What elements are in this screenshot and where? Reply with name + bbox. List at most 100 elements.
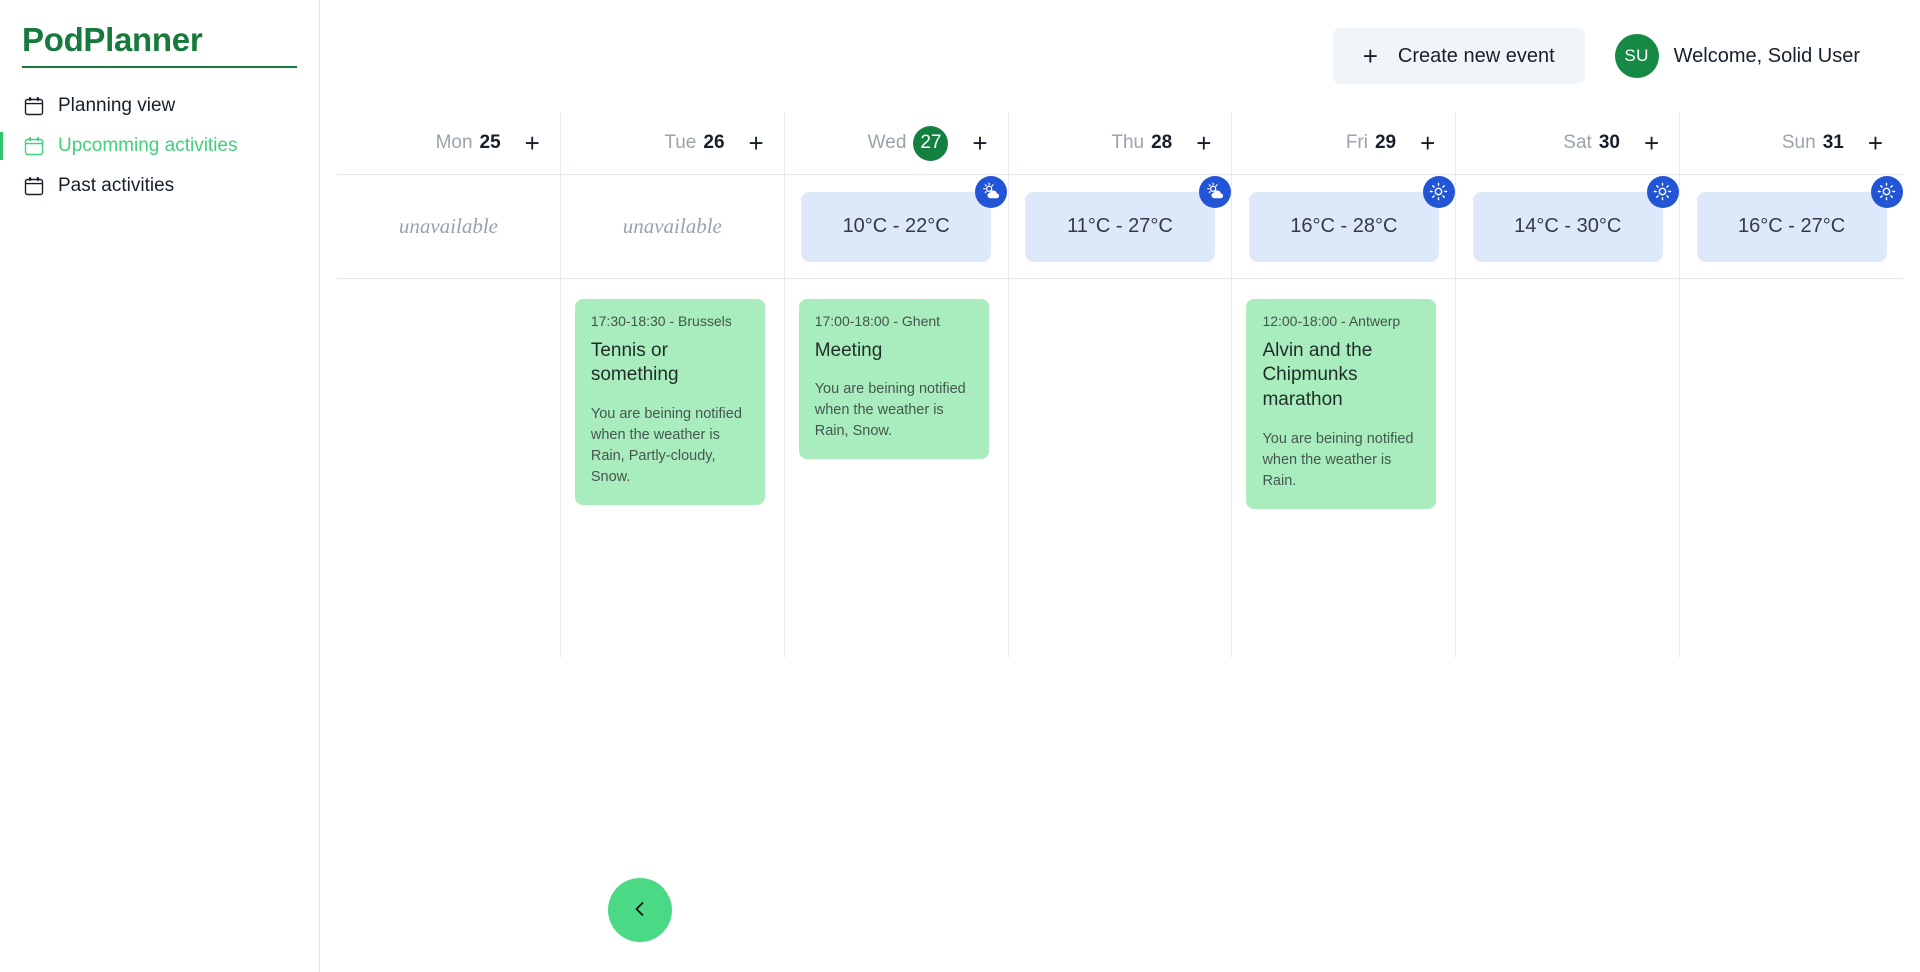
day-name: Sun	[1781, 132, 1816, 153]
event-card[interactable]: 17:30-18:30 - Brussels Tennis or somethin…	[574, 299, 765, 506]
weather-card: 11°C - 27°C	[1025, 175, 1231, 262]
day-name: Tue	[664, 132, 697, 153]
day-name: Sat	[1563, 132, 1592, 153]
event-title: Alvin and the Chipmunks marathon	[1262, 339, 1373, 410]
day-column-header: Fri 29 +	[1231, 112, 1455, 174]
day-number: 29	[1374, 132, 1397, 153]
sidebar-item-label: Past activities	[58, 175, 175, 197]
weather-temperature-range: 16°C - 28°C	[1290, 215, 1398, 237]
main-content: + Create new event SU Welcome, Solid Use…	[320, 0, 1920, 972]
day-label-group: Fri 29	[1346, 132, 1396, 154]
day-events-cell: 17:00-18:00 - Ghent Meeting You are beinin…	[783, 279, 1008, 657]
brand-name: PodPlanner	[22, 21, 203, 58]
welcome-text: Welcome, Solid User	[1673, 44, 1860, 67]
day-number: 28	[1151, 132, 1173, 153]
event-card[interactable]: 12:00-18:00 - Antwerp Alvin and the Chipm…	[1246, 299, 1437, 509]
brand-logo: PodPlanner	[22, 21, 297, 69]
sun-icon	[1870, 175, 1903, 208]
day-column-header: Tue 26 +	[559, 112, 784, 174]
day-number: 30	[1598, 132, 1620, 153]
event-description: You are beining notified when the weathe…	[1262, 430, 1414, 489]
day-weather-cell: 11°C - 27°C	[1007, 175, 1232, 278]
calendar-events-row: 17:30-18:30 - Brussels Tennis or somethin…	[337, 279, 1903, 657]
day-events-cell: 17:30-18:30 - Brussels Tennis or somethin…	[559, 279, 784, 657]
weather-card: 16°C - 28°C	[1248, 175, 1455, 262]
plus-icon: +	[1362, 41, 1378, 71]
day-name: Mon	[435, 132, 473, 153]
weather-card: 10°C - 22°C	[801, 175, 1008, 262]
day-weather-cell: unavailable	[559, 175, 784, 278]
weather-temperature-range: 11°C - 27°C	[1067, 215, 1173, 237]
partly-cloudy-icon	[975, 175, 1008, 208]
weather-unavailable-label: unavailable	[398, 214, 498, 238]
day-events-cell: 12:00-18:00 - Antwerp Alvin and the Chipm…	[1231, 279, 1455, 657]
sidebar: PodPlanner Planning view Upcomming activ…	[0, 0, 320, 972]
add-event-button[interactable]: +	[525, 130, 540, 156]
add-event-button[interactable]: +	[1196, 130, 1211, 156]
day-label-group: Tue 26	[664, 132, 724, 154]
event-card[interactable]: 17:00-18:00 - Ghent Meeting You are beinin…	[798, 299, 989, 460]
day-weather-cell: 14°C - 30°C	[1455, 175, 1679, 278]
day-name: Thu	[1111, 132, 1145, 153]
day-label-group: Thu 28	[1111, 132, 1172, 154]
day-weather-cell: unavailable	[337, 175, 560, 278]
sidebar-item-label: Planning view	[58, 95, 176, 117]
add-event-button[interactable]: +	[1420, 130, 1435, 156]
day-label-group: Sun 31	[1782, 132, 1844, 154]
sidebar-item-past-activities[interactable]: Past activities	[0, 166, 319, 206]
calendar-icon	[24, 96, 44, 116]
event-time-location: 12:00-18:00 - Antwerp	[1262, 313, 1401, 329]
create-new-event-label: Create new event	[1397, 44, 1555, 67]
day-column-header: Wed 27 +	[783, 112, 1008, 174]
day-name: Fri	[1345, 132, 1368, 153]
collapse-sidebar-button[interactable]	[608, 878, 672, 942]
sidebar-item-label: Upcomming activities	[58, 135, 238, 157]
calendar-header-row: Mon 25 + Tue 26 + Wed 27 + Thu 28 + Fri 29 + Sat 30 + Sun 3…	[337, 112, 1903, 174]
user-menu[interactable]: SU Welcome, Solid User	[1614, 34, 1860, 78]
sidebar-nav: Planning view Upcomming activities Past …	[0, 86, 319, 206]
calendar-week-grid: Mon 25 + Tue 26 + Wed 27 + Thu 28 + Fri 29 + Sat 30 + Sun 3…	[320, 112, 1920, 657]
day-events-cell	[337, 279, 560, 657]
event-title: Meeting	[814, 339, 883, 361]
event-description: You are beining notified when the weathe…	[590, 405, 742, 486]
sidebar-item-upcomming-activities[interactable]: Upcomming activities	[0, 126, 319, 166]
day-events-cell	[1007, 279, 1232, 657]
day-events-cell	[1679, 279, 1903, 657]
day-weather-cell: 16°C - 28°C	[1231, 175, 1455, 278]
sidebar-item-planning-view[interactable]: Planning view	[0, 86, 319, 126]
add-event-button[interactable]: +	[1644, 130, 1659, 156]
app-root: PodPlanner Planning view Upcomming activ…	[0, 0, 1920, 972]
day-number: 26	[703, 132, 725, 153]
day-number: 25	[479, 132, 501, 153]
event-time-location: 17:30-18:30 - Brussels	[590, 313, 732, 329]
calendar-icon	[24, 136, 44, 156]
partly-cloudy-icon	[1199, 175, 1231, 208]
day-weather-cell: 10°C - 22°C	[783, 175, 1008, 278]
weather-unavailable-label: unavailable	[622, 214, 722, 238]
weather-temperature-range: 16°C - 27°C	[1738, 215, 1846, 237]
day-name: Wed	[867, 132, 907, 153]
day-weather-cell: 16°C - 27°C	[1679, 175, 1903, 278]
day-label-group: Mon 25	[436, 132, 501, 154]
sun-icon	[1422, 175, 1455, 208]
add-event-button[interactable]: +	[749, 130, 764, 156]
day-number: 31	[1822, 132, 1844, 153]
day-label-group: Sat 30	[1563, 132, 1620, 154]
weather-temperature-range: 10°C - 22°C	[842, 215, 950, 237]
weather-card: 14°C - 30°C	[1472, 175, 1679, 262]
sun-icon	[1646, 175, 1679, 208]
calendar-weather-row: unavailable unavailable 10°C - 22°C 11°C - …	[337, 174, 1903, 279]
day-column-header: Sun 31 +	[1679, 112, 1903, 174]
add-event-button[interactable]: +	[972, 130, 987, 156]
event-time-location: 17:00-18:00 - Ghent	[814, 313, 941, 329]
create-new-event-button[interactable]: + Create new event	[1332, 28, 1585, 84]
weather-card: 16°C - 27°C	[1696, 175, 1903, 262]
event-description: You are beining notified when the weathe…	[814, 381, 966, 440]
event-title: Tennis or something	[590, 339, 679, 386]
calendar-icon	[24, 176, 44, 196]
weather-temperature-range: 14°C - 30°C	[1514, 215, 1622, 237]
day-column-header: Mon 25 +	[337, 112, 560, 174]
topbar: + Create new event SU Welcome, Solid Use…	[320, 0, 1920, 112]
day-events-cell	[1455, 279, 1679, 657]
add-event-button[interactable]: +	[1868, 130, 1883, 156]
